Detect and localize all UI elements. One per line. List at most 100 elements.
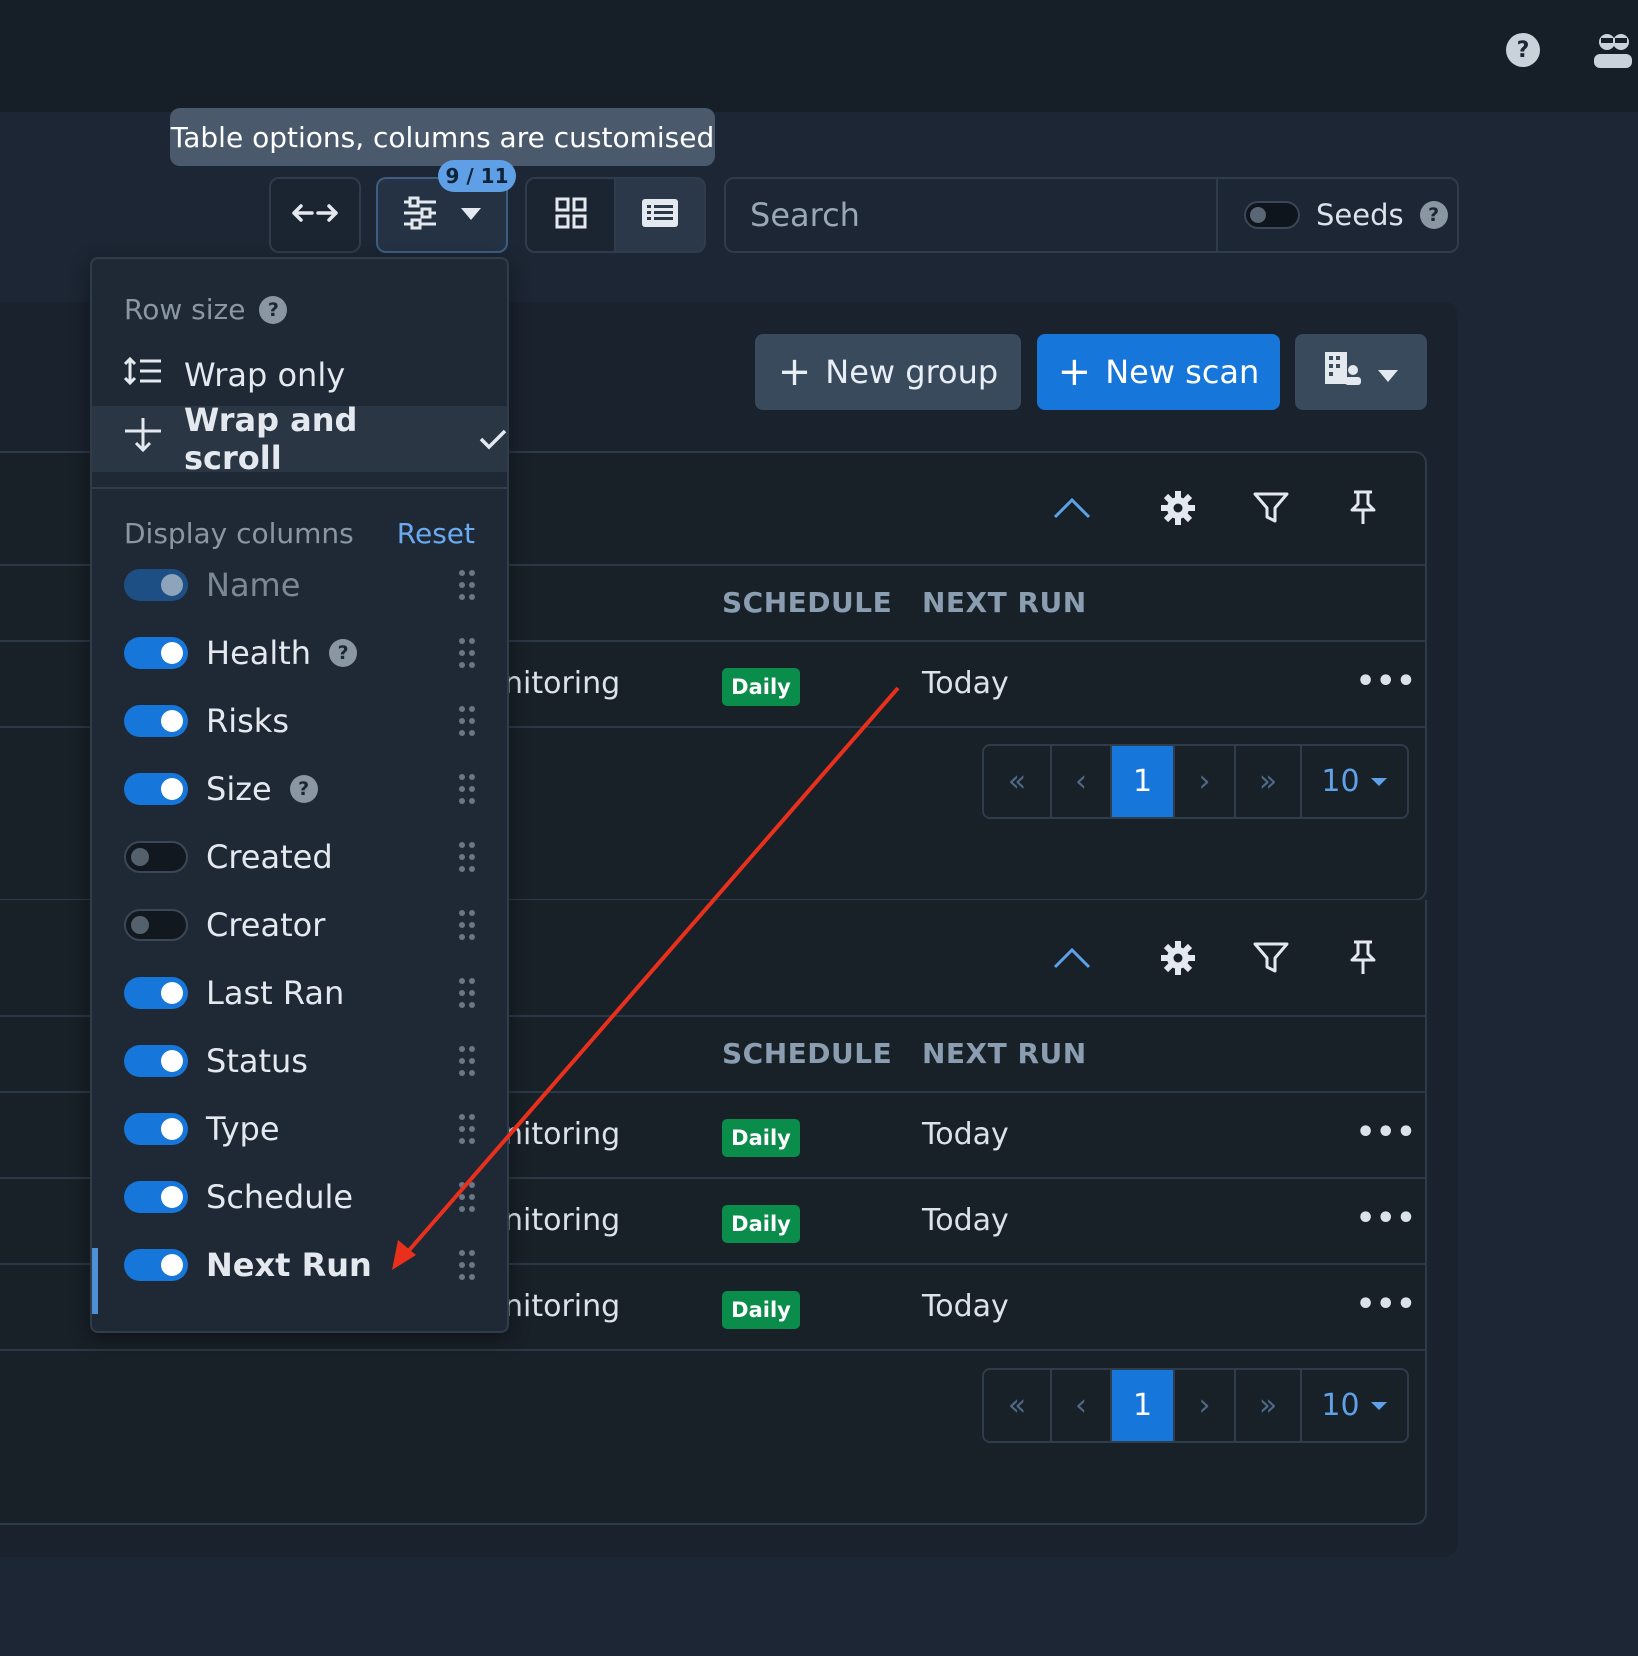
new-scan-button[interactable]: + New scan: [1037, 334, 1280, 410]
column-toggle-switch[interactable]: [124, 773, 188, 805]
seeds-filter[interactable]: Seeds ?: [1216, 177, 1459, 253]
arrow-down-line-icon: [124, 417, 162, 461]
column-help-icon[interactable]: ?: [289, 775, 318, 803]
column-toggle-row[interactable]: Schedule: [124, 1172, 474, 1222]
row-actions-icon[interactable]: •••: [1356, 1201, 1417, 1236]
sliders-icon: [402, 196, 438, 234]
row-size-heading: Row size ?: [124, 293, 288, 326]
drag-handle-icon[interactable]: [459, 842, 477, 872]
drag-handle-icon[interactable]: [459, 910, 477, 940]
column-toggle-switch[interactable]: [124, 1045, 188, 1077]
pin-icon[interactable]: [1341, 936, 1385, 980]
type-cell: nitoring: [504, 666, 621, 701]
column-toggle-switch[interactable]: [124, 637, 188, 669]
drag-handle-icon[interactable]: [459, 978, 477, 1008]
column-toggle-row[interactable]: Size?: [124, 764, 474, 814]
gear-icon[interactable]: [1156, 936, 1200, 980]
last-page-button[interactable]: »: [1236, 1370, 1302, 1441]
filter-icon[interactable]: [1249, 936, 1293, 980]
drag-handle-icon[interactable]: [459, 570, 477, 600]
column-label: Risks: [206, 702, 289, 740]
column-toggle-switch[interactable]: [124, 909, 188, 941]
chevron-up-icon[interactable]: [1050, 936, 1094, 980]
column-label: Creator: [206, 906, 326, 944]
page-1-button[interactable]: 1: [1112, 746, 1175, 817]
prev-page-button[interactable]: ‹: [1052, 1370, 1112, 1441]
drag-handle-icon[interactable]: [459, 706, 477, 736]
next-run-cell: Today: [922, 1203, 1009, 1238]
column-toggle-row[interactable]: Creator: [124, 900, 474, 950]
column-toggle-row[interactable]: Created: [124, 832, 474, 882]
building-user-icon: [1323, 350, 1363, 394]
expand-width-button[interactable]: [269, 177, 361, 253]
drag-handle-icon[interactable]: [459, 1250, 477, 1280]
column-toggle-switch[interactable]: [124, 1249, 188, 1281]
header-next-run[interactable]: NEXT RUN: [922, 586, 1087, 619]
seeds-toggle[interactable]: [1244, 201, 1300, 229]
filter-icon[interactable]: [1249, 486, 1293, 530]
row-size-help-icon[interactable]: ?: [259, 295, 288, 324]
drag-handle-icon[interactable]: [459, 1046, 477, 1076]
row-actions-icon[interactable]: •••: [1356, 1115, 1417, 1150]
column-toggle-switch: [124, 569, 188, 601]
next-run-cell: Today: [922, 1117, 1009, 1152]
reset-columns-link[interactable]: Reset: [397, 517, 475, 550]
user-group-icon[interactable]: [1590, 30, 1636, 70]
pin-icon[interactable]: [1341, 486, 1385, 530]
first-page-button[interactable]: «: [984, 1370, 1052, 1441]
first-page-button[interactable]: «: [984, 746, 1052, 817]
display-columns-heading: Display columns: [124, 517, 354, 550]
row-size-wrap-and-scroll[interactable]: Wrap and scroll: [92, 401, 507, 477]
next-page-button[interactable]: ›: [1175, 746, 1236, 817]
column-help-icon[interactable]: ?: [329, 639, 358, 667]
column-toggle-switch[interactable]: [124, 1181, 188, 1213]
chevron-down-icon: [460, 206, 482, 225]
header-next-run[interactable]: NEXT RUN: [922, 1037, 1087, 1070]
last-page-button[interactable]: »: [1236, 746, 1302, 817]
schedule-badge: Daily: [722, 1119, 800, 1157]
page-size-value: 10: [1321, 764, 1360, 799]
search-input[interactable]: Search: [724, 177, 1216, 253]
column-label: Name: [206, 566, 301, 604]
chevron-up-icon[interactable]: [1050, 486, 1094, 530]
column-label: Schedule: [206, 1178, 354, 1216]
next-page-button[interactable]: ›: [1175, 1370, 1236, 1441]
row-size-wrap-only[interactable]: Wrap only: [92, 342, 507, 408]
column-toggle-switch[interactable]: [124, 705, 188, 737]
row-actions-icon[interactable]: •••: [1356, 664, 1417, 699]
page-size-select[interactable]: 10: [1302, 746, 1407, 817]
grid-view-button[interactable]: [525, 177, 616, 253]
column-toggle-switch[interactable]: [124, 1113, 188, 1145]
row-actions-icon[interactable]: •••: [1356, 1287, 1417, 1322]
drag-handle-icon[interactable]: [459, 638, 477, 668]
page-size-select[interactable]: 10: [1302, 1370, 1407, 1441]
next-run-cell: Today: [922, 1289, 1009, 1324]
header-schedule[interactable]: SCHEDULE: [722, 586, 892, 619]
column-toggle-row[interactable]: Risks: [124, 696, 474, 746]
column-toggle-switch[interactable]: [124, 841, 188, 873]
header-schedule[interactable]: SCHEDULE: [722, 1037, 892, 1070]
seeds-help-icon[interactable]: ?: [1419, 201, 1448, 229]
help-icon[interactable]: ?: [1503, 30, 1543, 70]
column-toggle-row[interactable]: Last Ran: [124, 968, 474, 1018]
plus-icon: +: [777, 349, 812, 395]
column-toggle-row[interactable]: Health?: [124, 628, 474, 678]
new-group-button[interactable]: + New group: [755, 334, 1021, 410]
organization-menu-button[interactable]: [1295, 334, 1427, 410]
list-view-button[interactable]: [614, 177, 706, 253]
column-toggle-switch[interactable]: [124, 977, 188, 1009]
column-toggle-row[interactable]: Next Run: [124, 1240, 474, 1290]
page-1-button[interactable]: 1: [1112, 1370, 1175, 1441]
column-toggle-row[interactable]: Name: [124, 560, 474, 610]
drag-handle-icon[interactable]: [459, 1182, 477, 1212]
gear-icon[interactable]: [1156, 486, 1200, 530]
column-toggle-row[interactable]: Status: [124, 1036, 474, 1086]
drag-handle-icon[interactable]: [459, 774, 477, 804]
drag-handle-icon[interactable]: [459, 1114, 477, 1144]
divider: [0, 1349, 1427, 1351]
plus-icon: +: [1057, 349, 1092, 395]
prev-page-button[interactable]: ‹: [1052, 746, 1112, 817]
next-run-cell: Today: [922, 666, 1009, 701]
column-toggle-row[interactable]: Type: [124, 1104, 474, 1154]
column-label: Status: [206, 1042, 308, 1080]
